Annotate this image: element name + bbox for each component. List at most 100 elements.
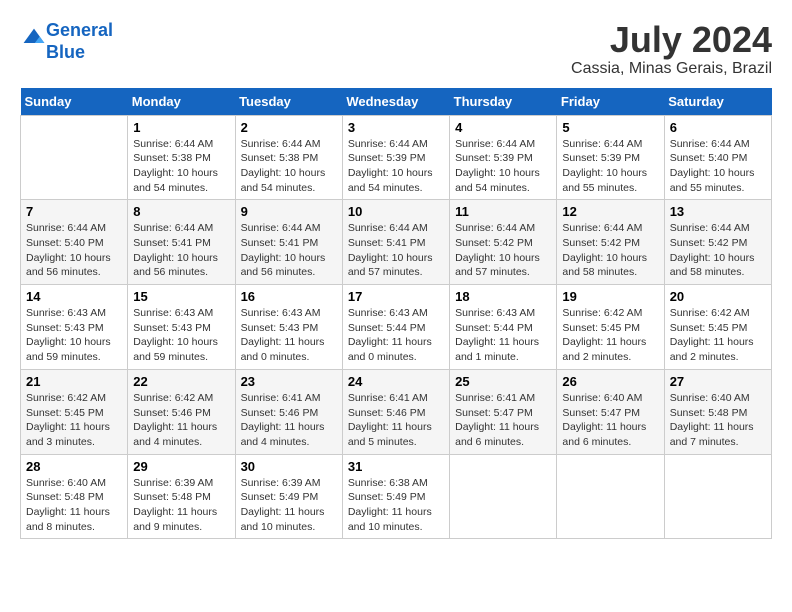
day-info: Sunrise: 6:39 AM Sunset: 5:48 PM Dayligh… — [133, 476, 229, 535]
calendar-cell: 30Sunrise: 6:39 AM Sunset: 5:49 PM Dayli… — [235, 454, 342, 539]
day-number: 5 — [562, 120, 658, 135]
day-number: 27 — [670, 374, 766, 389]
day-info: Sunrise: 6:43 AM Sunset: 5:43 PM Dayligh… — [26, 306, 122, 365]
day-info: Sunrise: 6:42 AM Sunset: 5:45 PM Dayligh… — [562, 306, 658, 365]
day-number: 2 — [241, 120, 337, 135]
day-number: 30 — [241, 459, 337, 474]
logo-line2: Blue — [46, 42, 85, 62]
calendar-cell: 26 Sunrise: 6:40 AM Sunset: 5:47 PM Dayli… — [557, 369, 664, 454]
calendar-cell: 10 Sunrise: 6:44 AM Sunset: 5:41 PM Dayli… — [342, 200, 449, 285]
day-info: Sunrise: 6:44 AM Sunset: 5:39 PM Dayligh… — [562, 137, 658, 196]
calendar-cell — [450, 454, 557, 539]
calendar-cell: 31 Sunrise: 6:38 AM Sunset: 5:49 PM Dayli… — [342, 454, 449, 539]
day-info: Sunrise: 6:44 AM Sunset: 5:41 PM Dayligh… — [348, 221, 444, 280]
calendar-cell: 9 Sunrise: 6:44 AM Sunset: 5:41 PM Daylig… — [235, 200, 342, 285]
week-row-4: 21 Sunrise: 6:42 AM Sunset: 5:45 PM Dayli… — [21, 369, 772, 454]
calendar-cell: 17 Sunrise: 6:43 AM Sunset: 5:44 PM Dayli… — [342, 285, 449, 370]
day-header-saturday: Saturday — [664, 88, 771, 116]
day-info: Sunrise: 6:44 AM Sunset: 5:42 PM Dayligh… — [562, 221, 658, 280]
calendar-cell: 7 Sunrise: 6:44 AM Sunset: 5:40 PM Daylig… — [21, 200, 128, 285]
calendar-cell: 22 Sunrise: 6:42 AM Sunset: 5:46 PM Dayli… — [128, 369, 235, 454]
calendar-table: SundayMondayTuesdayWednesdayThursdayFrid… — [20, 88, 772, 540]
calendar-cell: 28Sunrise: 6:40 AM Sunset: 5:48 PM Dayli… — [21, 454, 128, 539]
day-info: Sunrise: 6:44 AM Sunset: 5:40 PM Dayligh… — [26, 221, 122, 280]
title-block: July 2024 Cassia, Minas Gerais, Brazil — [571, 20, 772, 78]
calendar-cell — [557, 454, 664, 539]
day-info: Sunrise: 6:42 AM Sunset: 5:45 PM Dayligh… — [670, 306, 766, 365]
day-info: Sunrise: 6:44 AM Sunset: 5:42 PM Dayligh… — [455, 221, 551, 280]
day-number: 20 — [670, 289, 766, 304]
day-number: 8 — [133, 204, 229, 219]
week-row-5: 28Sunrise: 6:40 AM Sunset: 5:48 PM Dayli… — [21, 454, 772, 539]
day-info: Sunrise: 6:38 AM Sunset: 5:49 PM Dayligh… — [348, 476, 444, 535]
day-info: Sunrise: 6:41 AM Sunset: 5:46 PM Dayligh… — [348, 391, 444, 450]
day-number: 10 — [348, 204, 444, 219]
day-number: 31 — [348, 459, 444, 474]
calendar-cell: 3 Sunrise: 6:44 AM Sunset: 5:39 PM Daylig… — [342, 115, 449, 200]
calendar-cell: 21 Sunrise: 6:42 AM Sunset: 5:45 PM Dayli… — [21, 369, 128, 454]
day-number: 13 — [670, 204, 766, 219]
logo-text: General Blue — [46, 20, 113, 63]
day-number: 11 — [455, 204, 551, 219]
day-info: Sunrise: 6:43 AM Sunset: 5:43 PM Dayligh… — [133, 306, 229, 365]
day-info: Sunrise: 6:41 AM Sunset: 5:47 PM Dayligh… — [455, 391, 551, 450]
day-info: Sunrise: 6:44 AM Sunset: 5:41 PM Dayligh… — [241, 221, 337, 280]
day-info: Sunrise: 6:44 AM Sunset: 5:40 PM Dayligh… — [670, 137, 766, 196]
day-number: 12 — [562, 204, 658, 219]
calendar-cell: 18Sunrise: 6:43 AM Sunset: 5:44 PM Dayli… — [450, 285, 557, 370]
day-info: Sunrise: 6:43 AM Sunset: 5:44 PM Dayligh… — [348, 306, 444, 365]
day-info: Sunrise: 6:43 AM Sunset: 5:43 PM Dayligh… — [241, 306, 337, 365]
day-header-tuesday: Tuesday — [235, 88, 342, 116]
day-number: 25 — [455, 374, 551, 389]
day-info: Sunrise: 6:40 AM Sunset: 5:47 PM Dayligh… — [562, 391, 658, 450]
calendar-cell: 29 Sunrise: 6:39 AM Sunset: 5:48 PM Dayli… — [128, 454, 235, 539]
day-number: 26 — [562, 374, 658, 389]
calendar-header-row: SundayMondayTuesdayWednesdayThursdayFrid… — [21, 88, 772, 116]
day-number: 16 — [241, 289, 337, 304]
day-number: 6 — [670, 120, 766, 135]
calendar-cell: 13Sunrise: 6:44 AM Sunset: 5:42 PM Dayli… — [664, 200, 771, 285]
calendar-cell: 8 Sunrise: 6:44 AM Sunset: 5:41 PM Daylig… — [128, 200, 235, 285]
day-info: Sunrise: 6:44 AM Sunset: 5:38 PM Dayligh… — [133, 137, 229, 196]
calendar-cell — [21, 115, 128, 200]
location: Cassia, Minas Gerais, Brazil — [571, 60, 772, 78]
calendar-cell: 27Sunrise: 6:40 AM Sunset: 5:48 PM Dayli… — [664, 369, 771, 454]
calendar-cell: 4 Sunrise: 6:44 AM Sunset: 5:39 PM Daylig… — [450, 115, 557, 200]
day-number: 15 — [133, 289, 229, 304]
day-info: Sunrise: 6:42 AM Sunset: 5:46 PM Dayligh… — [133, 391, 229, 450]
day-number: 22 — [133, 374, 229, 389]
month-year: July 2024 — [571, 20, 772, 60]
day-number: 4 — [455, 120, 551, 135]
calendar-cell: 15 Sunrise: 6:43 AM Sunset: 5:43 PM Dayli… — [128, 285, 235, 370]
day-number: 3 — [348, 120, 444, 135]
day-info: Sunrise: 6:44 AM Sunset: 5:39 PM Dayligh… — [455, 137, 551, 196]
logo-icon — [22, 27, 46, 51]
day-info: Sunrise: 6:44 AM Sunset: 5:39 PM Dayligh… — [348, 137, 444, 196]
week-row-1: 1 Sunrise: 6:44 AM Sunset: 5:38 PM Daylig… — [21, 115, 772, 200]
calendar-cell: 6 Sunrise: 6:44 AM Sunset: 5:40 PM Daylig… — [664, 115, 771, 200]
day-number: 17 — [348, 289, 444, 304]
day-number: 9 — [241, 204, 337, 219]
calendar-cell: 1 Sunrise: 6:44 AM Sunset: 5:38 PM Daylig… — [128, 115, 235, 200]
day-header-friday: Friday — [557, 88, 664, 116]
calendar-cell: 25 Sunrise: 6:41 AM Sunset: 5:47 PM Dayli… — [450, 369, 557, 454]
day-number: 21 — [26, 374, 122, 389]
week-row-2: 7 Sunrise: 6:44 AM Sunset: 5:40 PM Daylig… — [21, 200, 772, 285]
day-header-sunday: Sunday — [21, 88, 128, 116]
page-header: General Blue July 2024 Cassia, Minas Ger… — [20, 20, 772, 78]
calendar-cell: 11 Sunrise: 6:44 AM Sunset: 5:42 PM Dayli… — [450, 200, 557, 285]
day-info: Sunrise: 6:42 AM Sunset: 5:45 PM Dayligh… — [26, 391, 122, 450]
calendar-cell: 24Sunrise: 6:41 AM Sunset: 5:46 PM Dayli… — [342, 369, 449, 454]
day-info: Sunrise: 6:41 AM Sunset: 5:46 PM Dayligh… — [241, 391, 337, 450]
day-info: Sunrise: 6:44 AM Sunset: 5:41 PM Dayligh… — [133, 221, 229, 280]
day-number: 1 — [133, 120, 229, 135]
day-number: 14 — [26, 289, 122, 304]
day-number: 7 — [26, 204, 122, 219]
calendar-cell: 5 Sunrise: 6:44 AM Sunset: 5:39 PM Daylig… — [557, 115, 664, 200]
logo: General Blue — [20, 20, 113, 63]
day-number: 29 — [133, 459, 229, 474]
calendar-cell: 14 Sunrise: 6:43 AM Sunset: 5:43 PM Dayli… — [21, 285, 128, 370]
day-number: 23 — [241, 374, 337, 389]
day-info: Sunrise: 6:43 AM Sunset: 5:44 PM Dayligh… — [455, 306, 551, 365]
day-header-thursday: Thursday — [450, 88, 557, 116]
